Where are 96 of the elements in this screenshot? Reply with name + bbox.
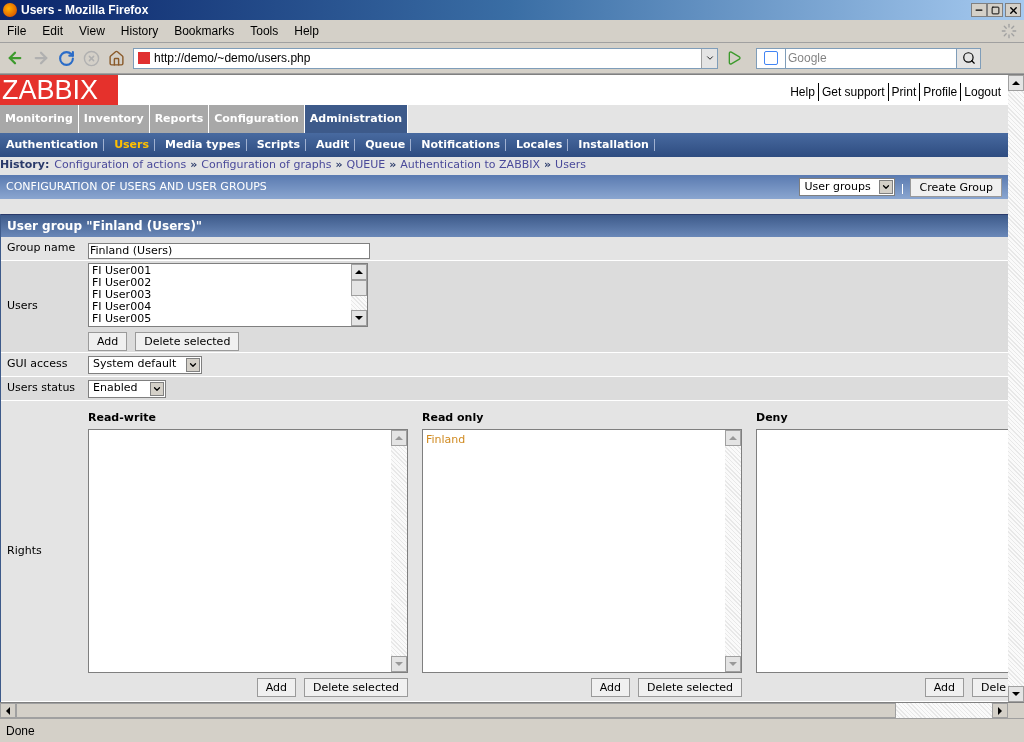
search-field[interactable]: Google [786, 47, 956, 69]
history-label: History: [0, 156, 50, 173]
horizontal-scrollbar[interactable] [0, 702, 1024, 718]
scrollbar[interactable] [725, 429, 741, 672]
header-link[interactable]: Logout [960, 83, 1004, 101]
create-group-button[interactable]: Create Group [910, 177, 1002, 197]
close-icon[interactable] [1005, 3, 1021, 17]
history-link[interactable]: Users [555, 156, 586, 174]
dropdown[interactable]: User groups [799, 178, 896, 196]
header-link[interactable]: Help [787, 83, 818, 101]
stop-icon[interactable] [83, 49, 100, 67]
sub-menu-item[interactable]: Notifications [411, 139, 507, 151]
rights-list[interactable] [88, 428, 408, 673]
dropdown[interactable]: Enabled [88, 379, 166, 398]
list-item[interactable]: FI User002 [92, 276, 351, 289]
sub-menu-item[interactable]: Scripts [246, 139, 306, 151]
list-item[interactable]: FI User003 [92, 288, 351, 301]
history-link[interactable]: Configuration of graphs [201, 156, 332, 174]
column-title: Read only [422, 409, 485, 424]
form-header: User group "Finland (Users)" [1, 214, 1008, 237]
firefox-logo-icon [3, 3, 17, 17]
up-arrow-icon [729, 435, 737, 440]
list-item[interactable]: FI User004 [92, 300, 351, 313]
menu-item[interactable]: Tools [250, 22, 279, 40]
sub-menu-item[interactable]: Audit [306, 139, 356, 151]
form-button[interactable]: Dele [971, 677, 1008, 697]
main-tab[interactable]: Administration [304, 105, 409, 133]
search-icon [961, 51, 976, 65]
menu-item[interactable]: Help [294, 22, 319, 40]
form-button[interactable]: Add [590, 677, 630, 697]
form-button[interactable]: Add [924, 677, 964, 697]
list-item[interactable]: FI User005 [92, 312, 351, 325]
window-title: Users - Mozilla Firefox [21, 2, 150, 19]
list-item[interactable]: FI User001 [92, 264, 351, 277]
history-link[interactable]: QUEUE [346, 156, 386, 174]
sub-menu-item[interactable]: Authentication [1, 139, 105, 151]
column-title: Deny [756, 409, 789, 424]
menu-item[interactable]: Edit [42, 22, 64, 40]
go-icon[interactable] [726, 50, 742, 66]
down-arrow-icon [355, 315, 363, 320]
field-label: GUI access [6, 356, 69, 373]
breadcrumb-separator: » [190, 156, 198, 173]
scrollbar[interactable] [351, 263, 367, 326]
users-list[interactable]: FI User001 FI User002 FI User003 FI User004 FI User005 [88, 262, 368, 327]
down-arrow-icon [395, 661, 403, 666]
breadcrumb-separator: » [544, 156, 552, 173]
up-arrow-icon [395, 435, 403, 440]
menu-item[interactable]: View [79, 22, 105, 40]
menu-item[interactable]: History [120, 22, 159, 40]
search-engine-button[interactable] [756, 47, 786, 69]
breadcrumb-separator: » [335, 156, 343, 173]
form-button[interactable]: Delete selected [135, 331, 240, 351]
scrollbar[interactable] [1008, 75, 1024, 702]
header-link[interactable]: Profile [919, 83, 961, 101]
menu-item[interactable]: File [7, 22, 27, 40]
up-arrow-icon [355, 269, 363, 274]
section-title: CONFIGURATION OF USERS AND USER GROUPS [6, 178, 268, 195]
sub-menu-item[interactable]: Queue [355, 139, 412, 151]
home-icon[interactable] [108, 49, 125, 67]
minimize-icon[interactable] [971, 3, 987, 17]
reload-icon[interactable] [58, 49, 75, 67]
form-button[interactable]: Delete selected [637, 677, 742, 697]
field-label: Group name [6, 240, 77, 257]
status-text: Done [6, 722, 35, 740]
header-link[interactable]: Print [887, 83, 920, 101]
sub-menu-item[interactable]: Locales [506, 139, 569, 151]
scrollbar[interactable] [391, 429, 407, 672]
history-link[interactable]: Authentication to ZABBIX [400, 156, 540, 174]
down-arrow-icon [729, 661, 737, 666]
up-arrow-icon [1012, 81, 1020, 85]
dropdown[interactable]: System default [88, 355, 202, 374]
site-icon [138, 52, 150, 64]
search-button[interactable] [956, 47, 981, 69]
sub-menu-item[interactable]: Installation [568, 139, 655, 151]
history-link[interactable]: Configuration of actions [54, 156, 187, 174]
scroll-thumb[interactable] [16, 703, 896, 718]
forward-icon[interactable] [32, 49, 50, 67]
form-button[interactable]: Add [88, 331, 128, 351]
breadcrumb-separator: » [389, 156, 397, 173]
header-link[interactable]: Get support [817, 83, 888, 101]
sub-menu-item[interactable]: Media types [155, 139, 247, 151]
form-button[interactable]: Add [256, 677, 296, 697]
maximize-icon[interactable] [987, 3, 1003, 17]
menu-item[interactable]: Bookmarks [174, 22, 235, 40]
throbber-icon [1001, 23, 1017, 39]
column-title: Read-write [88, 409, 157, 424]
back-icon[interactable] [6, 49, 24, 67]
field-label: Rights [6, 542, 43, 559]
zabbix-logo: ZABBIX [0, 75, 118, 105]
sub-menu-item[interactable]: Users [104, 139, 156, 151]
field-label: Users [6, 298, 39, 315]
group-name-field[interactable]: Finland (Users) [88, 242, 370, 259]
form-button[interactable]: Delete selected [303, 677, 408, 697]
down-arrow-icon [1012, 692, 1020, 696]
field-label: Users status [6, 380, 77, 397]
address-bar[interactable]: http://demo/~demo/users.php [133, 47, 718, 69]
